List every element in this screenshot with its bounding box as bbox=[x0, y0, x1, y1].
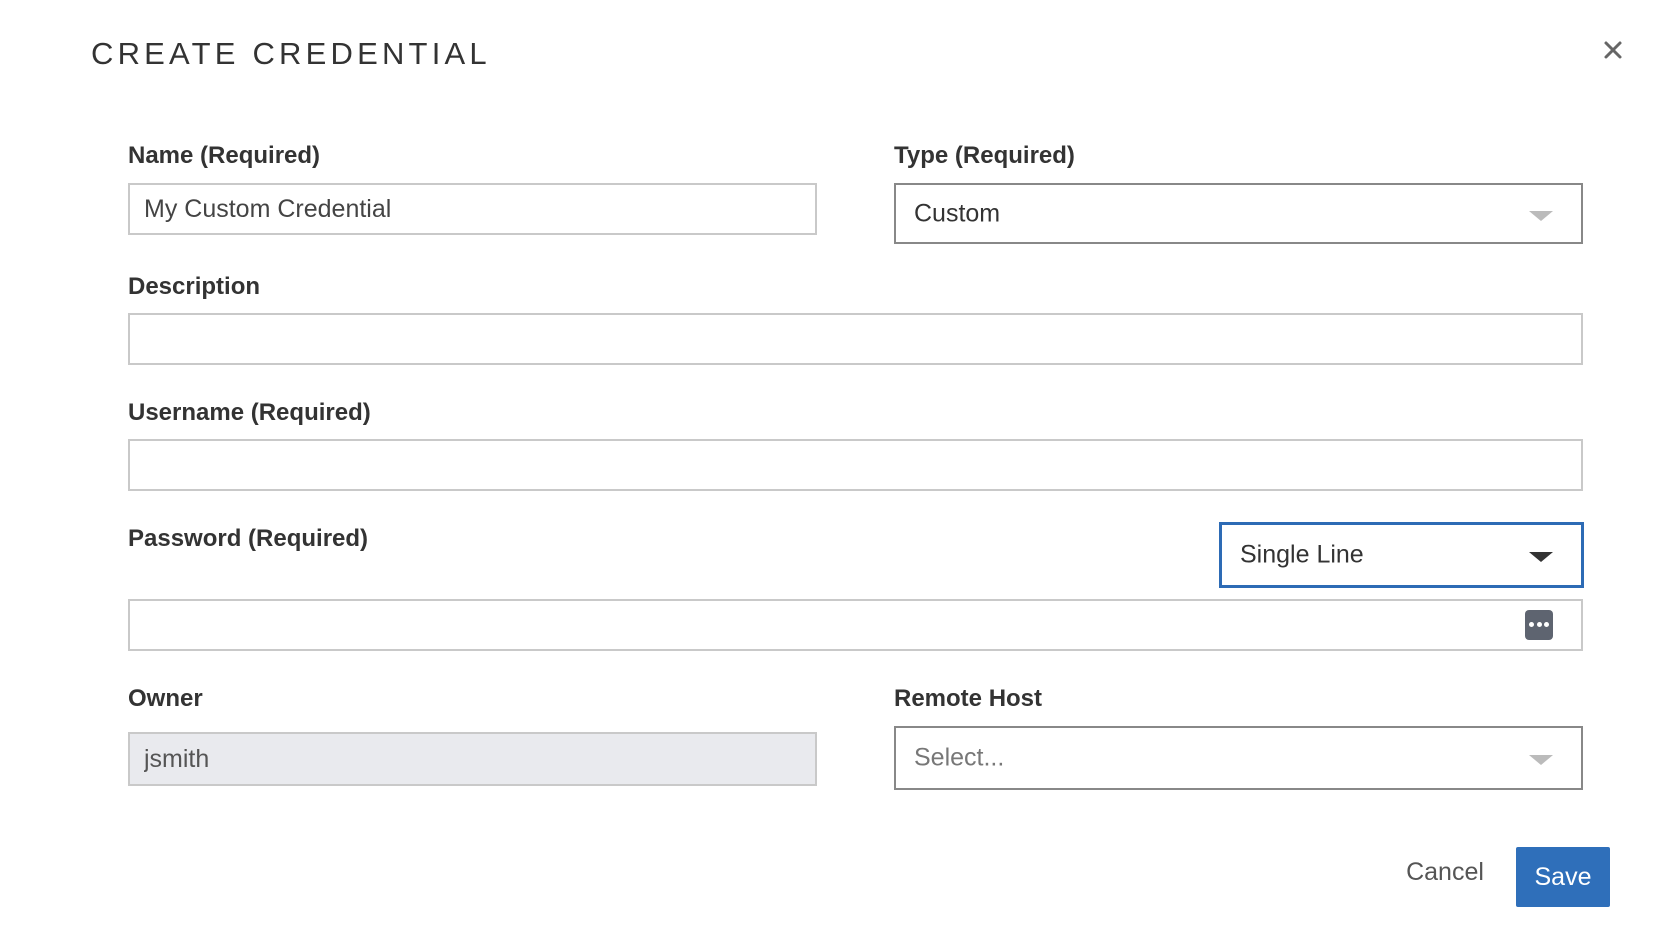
password-label: Password (Required) bbox=[128, 525, 369, 552]
username-input[interactable] bbox=[128, 439, 1583, 491]
remote-host-select[interactable]: Select... bbox=[894, 726, 1583, 790]
password-mode-value: Single Line bbox=[1240, 540, 1364, 569]
description-input[interactable] bbox=[128, 313, 1583, 365]
create-credential-dialog: CREATE CREDENTIAL Name (Required) Type (… bbox=[0, 0, 1662, 942]
remote-host-placeholder: Select... bbox=[914, 743, 1005, 772]
owner-input bbox=[128, 732, 817, 786]
type-label: Type (Required) bbox=[894, 142, 1075, 169]
cancel-button[interactable]: Cancel bbox=[1400, 846, 1490, 898]
chevron-down-icon bbox=[1529, 210, 1553, 221]
more-dots-icon[interactable] bbox=[1525, 610, 1553, 640]
save-button[interactable]: Save bbox=[1516, 847, 1610, 907]
chevron-down-icon bbox=[1529, 552, 1553, 562]
close-icon[interactable] bbox=[1597, 34, 1629, 66]
dialog-title: CREATE CREDENTIAL bbox=[91, 36, 491, 71]
password-mode-select[interactable]: Single Line bbox=[1219, 522, 1584, 588]
remote-host-label: Remote Host bbox=[894, 685, 1043, 712]
description-label: Description bbox=[128, 273, 261, 300]
type-select[interactable]: Custom bbox=[894, 183, 1583, 244]
password-input[interactable] bbox=[128, 599, 1583, 651]
name-label: Name (Required) bbox=[128, 142, 321, 169]
username-label: Username (Required) bbox=[128, 399, 371, 426]
owner-label: Owner bbox=[128, 685, 203, 712]
name-input[interactable] bbox=[128, 183, 817, 235]
type-select-value: Custom bbox=[914, 199, 1001, 227]
chevron-down-icon bbox=[1529, 755, 1553, 765]
password-field-wrapper bbox=[128, 599, 1583, 651]
